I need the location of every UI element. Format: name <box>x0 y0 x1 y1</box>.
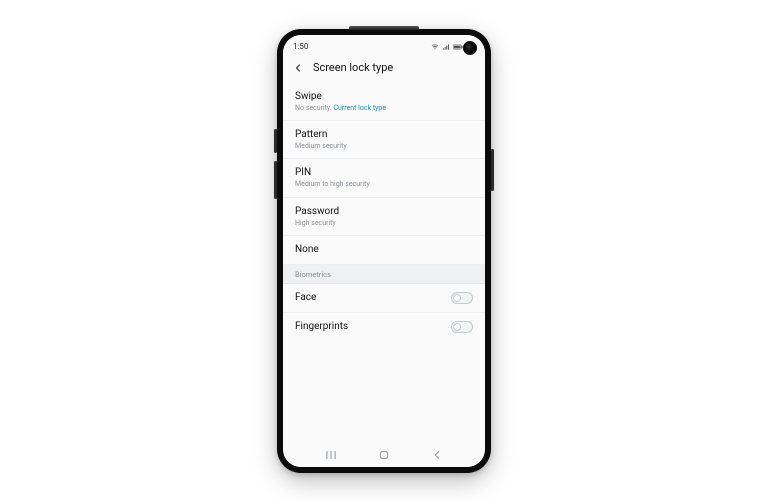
nav-back-button[interactable] <box>429 447 445 463</box>
settings-list: Swipe No security. Current lock type Pat… <box>283 83 485 443</box>
biometric-fingerprints[interactable]: Fingerprints <box>283 313 485 341</box>
wifi-icon <box>431 43 439 51</box>
status-bar: 1:50 <box>283 35 485 57</box>
screen: 1:50 Screen lock type Swipe <box>283 35 485 467</box>
row-subtitle: Medium security <box>295 142 347 150</box>
row-title: PIN <box>295 167 370 179</box>
page-title: Screen lock type <box>313 61 393 74</box>
row-title: Swipe <box>295 91 386 103</box>
row-title: Pattern <box>295 129 347 141</box>
chevron-left-icon <box>430 448 444 462</box>
back-button[interactable] <box>291 61 305 75</box>
row-title: None <box>295 244 319 256</box>
row-title: Face <box>295 292 316 304</box>
recents-icon <box>324 448 338 462</box>
signal-icon <box>442 43 450 51</box>
punch-hole-camera <box>463 41 477 55</box>
phone-frame: 1:50 Screen lock type Swipe <box>277 29 491 473</box>
lock-type-pattern[interactable]: Pattern Medium security <box>283 121 485 159</box>
row-subtitle: High security <box>295 219 339 227</box>
row-title: Fingerprints <box>295 321 348 333</box>
volume-down-button <box>274 161 277 199</box>
biometric-face[interactable]: Face <box>283 284 485 313</box>
row-subtitle: No security. Current lock type <box>295 104 386 112</box>
chevron-left-icon <box>292 62 304 74</box>
lock-type-swipe[interactable]: Swipe No security. Current lock type <box>283 83 485 121</box>
row-subtitle: Medium to high security <box>295 180 370 188</box>
status-time: 1:50 <box>293 42 308 51</box>
recents-button[interactable] <box>323 447 339 463</box>
page-header: Screen lock type <box>283 57 485 83</box>
lock-type-pin[interactable]: PIN Medium to high security <box>283 159 485 197</box>
row-title: Password <box>295 206 339 218</box>
lock-type-none[interactable]: None <box>283 236 485 265</box>
battery-icon <box>453 43 463 51</box>
navigation-bar <box>283 443 485 467</box>
section-header-biometrics: Biometrics <box>283 265 485 284</box>
stage: 1:50 Screen lock type Swipe <box>0 0 768 501</box>
status-icons <box>431 43 463 51</box>
power-button <box>491 149 494 191</box>
lock-type-password[interactable]: Password High security <box>283 198 485 236</box>
fingerprints-toggle[interactable] <box>451 321 473 333</box>
home-icon <box>377 448 391 462</box>
face-toggle[interactable] <box>451 292 473 304</box>
home-button[interactable] <box>376 447 392 463</box>
volume-up-button <box>274 129 277 153</box>
